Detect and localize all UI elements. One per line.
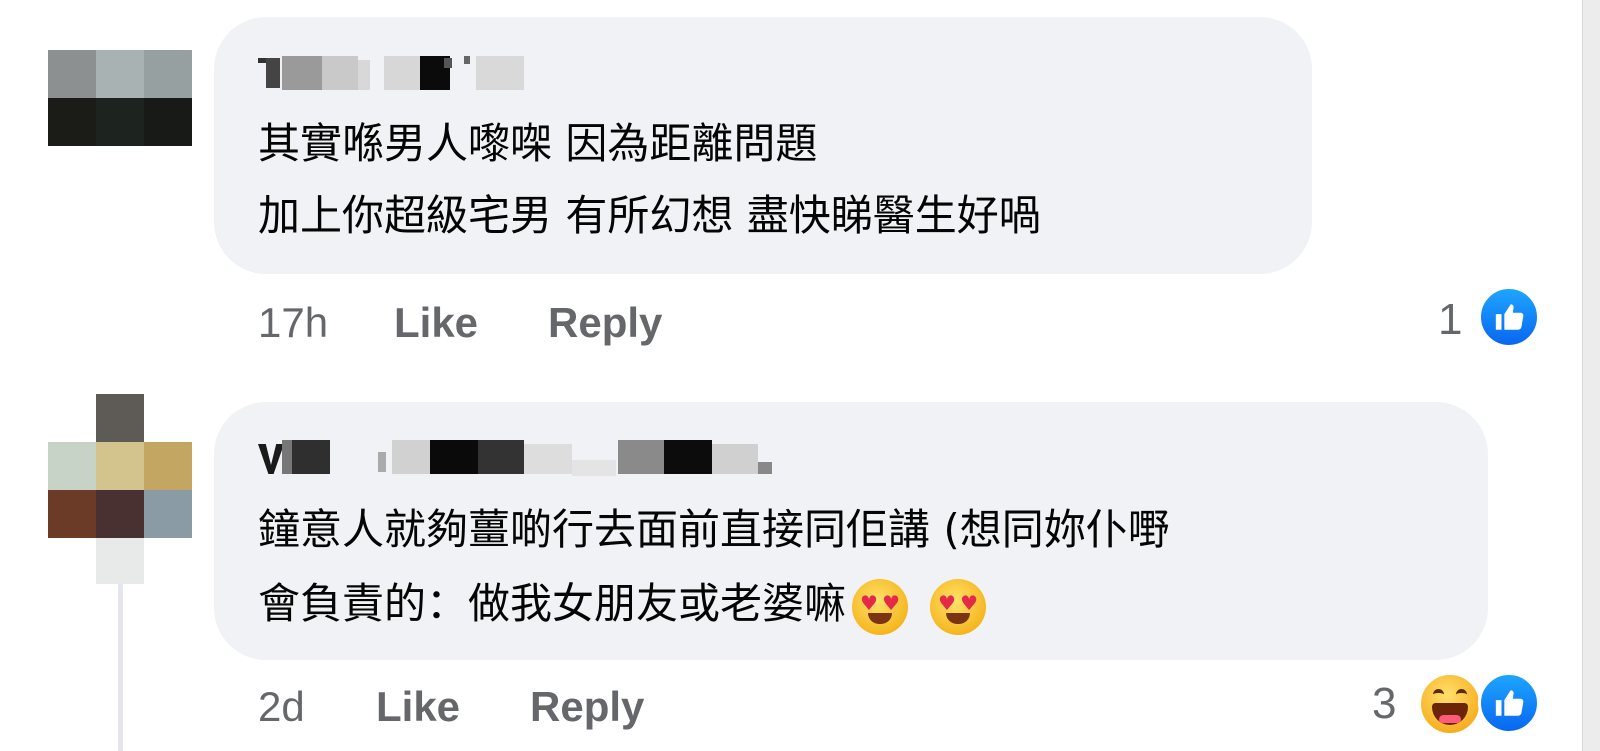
comment-meta: 2d Like Reply <box>258 680 758 734</box>
like-button[interactable]: Like <box>394 296 478 350</box>
avatar[interactable] <box>48 50 192 146</box>
reply-button[interactable]: Reply <box>530 680 644 734</box>
like-button[interactable]: Like <box>376 680 460 734</box>
reply-thread-line <box>118 560 123 751</box>
comment-text-line: 會負責的：做我女朋友或老婆嘛 ♥ ♥ ♥ ♥ <box>258 562 987 646</box>
comment-author-name[interactable] <box>258 52 524 96</box>
reaction-count[interactable]: 3 <box>1372 676 1396 732</box>
comment-meta: 17h Like Reply <box>258 296 758 350</box>
comment-timestamp[interactable]: 2d <box>258 683 305 730</box>
reply-button[interactable]: Reply <box>548 296 662 350</box>
comment-timestamp[interactable]: 17h <box>258 299 328 346</box>
comment-text-segment: 會負責的：做我女朋友或老婆嘛 <box>258 579 847 628</box>
like-icon[interactable] <box>1478 672 1540 734</box>
haha-icon[interactable] <box>1418 672 1482 736</box>
comment-text-line: 鐘意人就夠薑啲行去面前直接同佢講 (想同妳仆嘢 <box>258 505 1170 554</box>
reaction-count[interactable]: 1 <box>1438 292 1462 348</box>
avatar[interactable] <box>48 394 192 584</box>
heart-eyes-emoji: ♥ ♥ <box>852 578 909 635</box>
heart-eyes-emoji: ♥ ♥ <box>930 578 987 635</box>
comment-author-name[interactable] <box>258 436 798 480</box>
window-edge <box>1582 0 1600 751</box>
like-icon[interactable] <box>1478 286 1540 348</box>
comment-text-line: 加上你超級宅男 有所幻想 盡快睇醫生好喎 <box>258 191 1041 240</box>
